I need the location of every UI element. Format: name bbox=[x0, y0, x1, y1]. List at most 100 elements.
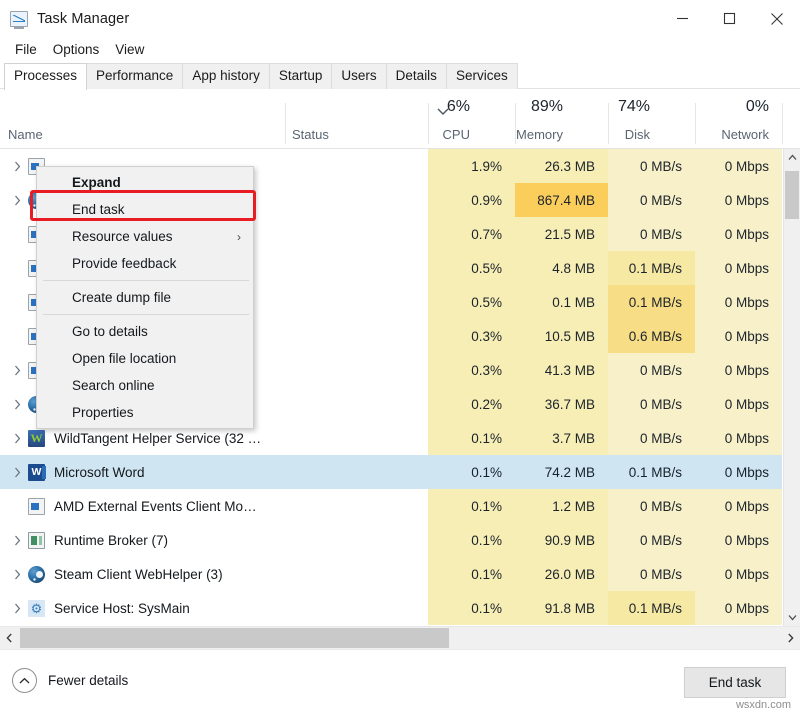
cell-network: 0 Mbps bbox=[695, 353, 782, 387]
tab-strip: Processes Performance App history Startu… bbox=[0, 62, 800, 89]
vertical-scrollbar[interactable] bbox=[783, 149, 800, 626]
cell-memory: 26.0 MB bbox=[515, 557, 608, 591]
cell-disk: 0.6 MB/s bbox=[608, 319, 695, 353]
column-header-memory[interactable]: Memory bbox=[516, 127, 563, 142]
table-row[interactable]: Steam Client WebHelper (3)0.1%26.0 MB0 M… bbox=[0, 557, 800, 591]
table-row[interactable]: ⚙Service Host: SysMain0.1%91.8 MB0.1 MB/… bbox=[0, 591, 800, 625]
footer-bar: Fewer details End task wsxdn.com bbox=[0, 649, 800, 710]
tab-processes[interactable]: Processes bbox=[4, 63, 87, 90]
window-controls bbox=[659, 0, 800, 37]
table-row[interactable]: WMicrosoft Word0.1%74.2 MB0.1 MB/s0 Mbps bbox=[0, 455, 800, 489]
tab-app-history[interactable]: App history bbox=[182, 63, 270, 89]
cell-cpu: 0.3% bbox=[428, 319, 515, 353]
cell-cpu: 0.5% bbox=[428, 285, 515, 319]
table-row[interactable]: AMD External Events Client Mo…0.1%1.2 MB… bbox=[0, 489, 800, 523]
cell-network: 0 Mbps bbox=[695, 387, 782, 421]
scroll-right-icon[interactable] bbox=[781, 627, 800, 649]
cell-disk: 0 MB/s bbox=[608, 523, 695, 557]
wildtangent-icon: W bbox=[28, 430, 45, 447]
horizontal-scrollbar-thumb[interactable] bbox=[20, 628, 449, 648]
tab-services[interactable]: Services bbox=[446, 63, 518, 89]
table-row[interactable]: Runtime Broker (7)0.1%90.9 MB0 MB/s0 Mbp… bbox=[0, 523, 800, 557]
context-menu-item[interactable]: Resource values› bbox=[37, 223, 253, 250]
watermark: wsxdn.com bbox=[736, 699, 791, 710]
amd-icon bbox=[28, 498, 45, 515]
expand-chevron-icon[interactable] bbox=[6, 535, 28, 546]
cell-process-name[interactable]: Runtime Broker (7) bbox=[0, 523, 285, 557]
runtime-broker-icon bbox=[28, 532, 45, 549]
column-header-name[interactable]: Name bbox=[8, 127, 43, 142]
menu-view[interactable]: View bbox=[107, 40, 152, 59]
cell-memory: 1.2 MB bbox=[515, 489, 608, 523]
vertical-scrollbar-thumb[interactable] bbox=[785, 171, 799, 219]
tab-details[interactable]: Details bbox=[386, 63, 447, 89]
cell-network: 0 Mbps bbox=[695, 251, 782, 285]
context-menu-separator bbox=[43, 280, 249, 281]
cell-network: 0 Mbps bbox=[695, 421, 782, 455]
minimize-icon[interactable] bbox=[659, 0, 706, 37]
context-menu-item[interactable]: Open file location bbox=[37, 345, 253, 372]
cell-memory: 36.7 MB bbox=[515, 387, 608, 421]
maximize-icon[interactable] bbox=[706, 0, 753, 37]
close-icon[interactable] bbox=[753, 0, 800, 37]
context-menu-item[interactable]: Provide feedback bbox=[37, 250, 253, 277]
expand-chevron-icon[interactable] bbox=[6, 365, 28, 376]
cell-disk: 0.1 MB/s bbox=[608, 591, 695, 625]
horizontal-scrollbar[interactable] bbox=[0, 626, 800, 649]
tab-performance[interactable]: Performance bbox=[86, 63, 183, 89]
process-name-label: AMD External Events Client Mo… bbox=[54, 499, 257, 514]
column-header-status[interactable]: Status bbox=[292, 127, 329, 142]
cell-cpu: 0.7% bbox=[428, 217, 515, 251]
context-menu-item[interactable]: Search online bbox=[37, 372, 253, 399]
menu-file[interactable]: File bbox=[7, 40, 45, 59]
expand-chevron-icon[interactable] bbox=[6, 195, 28, 206]
process-name-label: Microsoft Word bbox=[54, 465, 145, 480]
cell-process-name[interactable]: AMD External Events Client Mo… bbox=[0, 489, 285, 523]
cell-network: 0 Mbps bbox=[695, 523, 782, 557]
process-name-label: Runtime Broker (7) bbox=[54, 533, 168, 548]
context-menu-item[interactable]: End task bbox=[37, 196, 253, 223]
cell-process-name[interactable]: Steam Client WebHelper (3) bbox=[0, 557, 285, 591]
cell-network: 0 Mbps bbox=[695, 285, 782, 319]
expand-chevron-icon[interactable] bbox=[6, 467, 28, 478]
cell-memory: 74.2 MB bbox=[515, 455, 608, 489]
scroll-down-icon[interactable] bbox=[784, 609, 800, 626]
cell-cpu: 0.1% bbox=[428, 455, 515, 489]
cell-disk: 0 MB/s bbox=[608, 557, 695, 591]
cell-network: 0 Mbps bbox=[695, 557, 782, 591]
end-task-button[interactable]: End task bbox=[684, 667, 786, 698]
expand-chevron-icon[interactable] bbox=[6, 433, 28, 444]
context-menu-item[interactable]: Go to details bbox=[37, 318, 253, 345]
expand-chevron-icon[interactable] bbox=[6, 603, 28, 614]
cell-disk: 0.1 MB/s bbox=[608, 455, 695, 489]
cell-network: 0 Mbps bbox=[695, 591, 782, 625]
cell-process-name[interactable]: ⚙Service Host: SysMain bbox=[0, 591, 285, 625]
fewer-details-button[interactable]: Fewer details bbox=[12, 668, 128, 693]
context-menu-item[interactable]: Properties bbox=[37, 399, 253, 426]
cell-disk: 0 MB/s bbox=[608, 183, 695, 217]
menu-options[interactable]: Options bbox=[45, 40, 108, 59]
window-title: Task Manager bbox=[37, 11, 129, 27]
cell-cpu: 0.1% bbox=[428, 421, 515, 455]
column-header-cpu[interactable]: CPU bbox=[443, 127, 470, 142]
cell-memory: 867.4 MB bbox=[515, 183, 608, 217]
cell-disk: 0 MB/s bbox=[608, 149, 695, 183]
cell-network: 0 Mbps bbox=[695, 489, 782, 523]
cell-network: 0 Mbps bbox=[695, 319, 782, 353]
expand-chevron-icon[interactable] bbox=[6, 161, 28, 172]
cell-cpu: 0.1% bbox=[428, 557, 515, 591]
cell-memory: 26.3 MB bbox=[515, 149, 608, 183]
tab-users[interactable]: Users bbox=[331, 63, 386, 89]
context-menu-item[interactable]: Expand bbox=[37, 169, 253, 196]
cell-memory: 41.3 MB bbox=[515, 353, 608, 387]
tab-startup[interactable]: Startup bbox=[269, 63, 333, 89]
scroll-left-icon[interactable] bbox=[0, 627, 19, 649]
cell-process-name[interactable]: WMicrosoft Word bbox=[0, 455, 285, 489]
context-menu-item[interactable]: Create dump file bbox=[37, 284, 253, 311]
expand-chevron-icon[interactable] bbox=[6, 569, 28, 580]
column-header-network[interactable]: Network bbox=[721, 127, 769, 142]
scroll-up-icon[interactable] bbox=[784, 149, 800, 166]
submenu-arrow-icon: › bbox=[237, 230, 241, 244]
column-header-disk[interactable]: Disk bbox=[625, 127, 650, 142]
expand-chevron-icon[interactable] bbox=[6, 399, 28, 410]
